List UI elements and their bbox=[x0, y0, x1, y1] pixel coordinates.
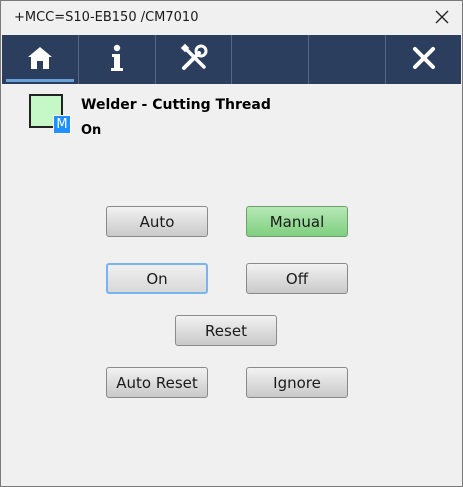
ignore-button[interactable]: Ignore bbox=[246, 367, 348, 398]
info-tab[interactable] bbox=[79, 35, 156, 84]
auto-reset-button[interactable]: Auto Reset bbox=[106, 367, 208, 398]
empty-tab-1[interactable] bbox=[232, 35, 310, 84]
close-window-icon[interactable] bbox=[432, 7, 452, 27]
device-name: Welder - Cutting Thread bbox=[81, 97, 271, 113]
device-state: On bbox=[81, 123, 102, 138]
faceplate-toolbar bbox=[2, 35, 461, 84]
home-tab[interactable] bbox=[2, 35, 79, 84]
empty-tab-2[interactable] bbox=[309, 35, 387, 84]
close-icon bbox=[412, 46, 436, 74]
window-title: +MCC=S10-EB150 /CM7010 bbox=[14, 10, 199, 25]
off-button[interactable]: Off bbox=[246, 263, 348, 294]
info-icon bbox=[110, 44, 124, 76]
faceplate-window: +MCC=S10-EB150 /CM7010 M Welder - Cuttin… bbox=[0, 0, 463, 487]
auto-button[interactable]: Auto bbox=[106, 206, 208, 237]
reset-button[interactable]: Reset bbox=[175, 315, 277, 346]
settings-tab[interactable] bbox=[156, 35, 233, 84]
title-bar: +MCC=S10-EB150 /CM7010 bbox=[1, 1, 462, 35]
close-tab[interactable] bbox=[386, 35, 461, 84]
tools-icon bbox=[179, 43, 209, 77]
on-button[interactable]: On bbox=[106, 263, 208, 294]
manual-mode-badge: M bbox=[53, 115, 71, 134]
home-icon bbox=[27, 46, 53, 74]
manual-button[interactable]: Manual bbox=[246, 206, 348, 237]
